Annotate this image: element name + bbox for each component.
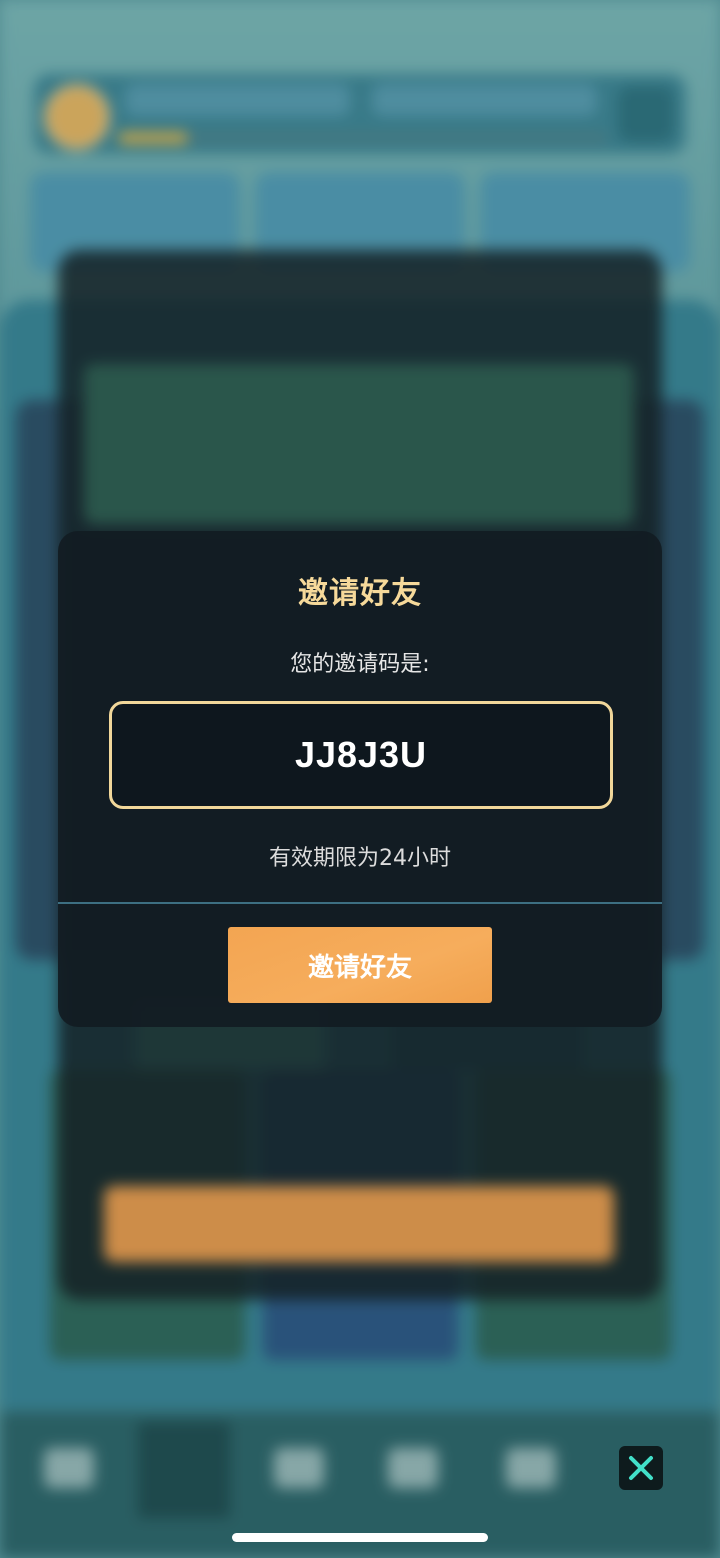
divider xyxy=(58,902,662,904)
dialog-title: 邀请好友 xyxy=(298,576,422,611)
invite-code-label: 您的邀请码是: xyxy=(290,652,430,677)
close-button[interactable] xyxy=(619,1446,663,1490)
validity-note: 有效期限为24小时 xyxy=(269,846,451,871)
invite-code-value: JJ8J3U xyxy=(294,734,428,775)
invite-friend-button[interactable]: 邀请好友 xyxy=(228,927,492,1003)
close-icon xyxy=(629,1456,653,1480)
invite-code-box[interactable]: JJ8J3U xyxy=(109,701,613,809)
home-indicator[interactable] xyxy=(232,1533,488,1542)
